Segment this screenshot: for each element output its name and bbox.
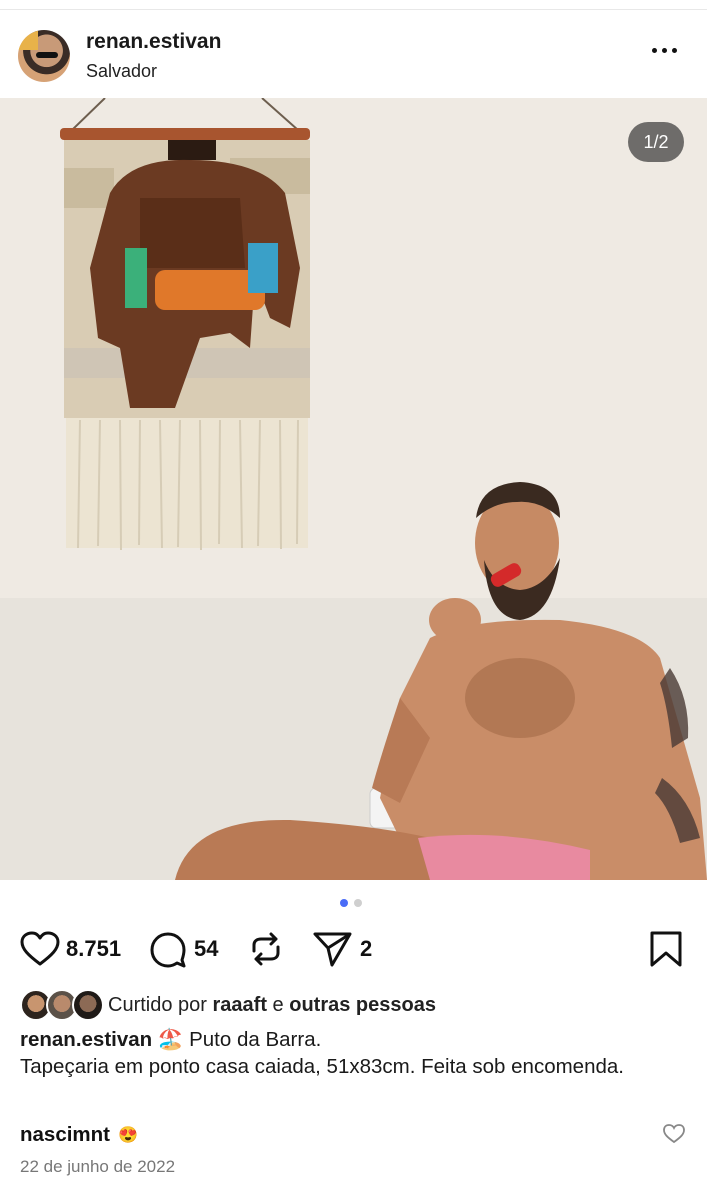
repost-icon [252, 932, 280, 966]
share-button[interactable]: 2 [312, 925, 372, 973]
avatar[interactable] [18, 30, 70, 82]
post-location[interactable]: Salvador [86, 61, 157, 82]
comments-count: 54 [194, 936, 219, 961]
caption-title: Puto da Barra. [189, 1028, 322, 1051]
caption-emoji: 🏖️ [157, 1028, 184, 1051]
carousel-indicator [340, 899, 362, 907]
like-button[interactable]: 8.751 [20, 925, 121, 973]
liker-avatar [72, 989, 104, 1021]
repost-button[interactable] [246, 925, 286, 973]
post-date: 22 de junho de 2022 [20, 1157, 176, 1176]
liked-by-user[interactable]: raaaft [213, 994, 267, 1016]
photo-illustration [0, 98, 707, 880]
comment-like-icon[interactable] [663, 1124, 685, 1144]
action-bar: 8.751 54 2 [0, 925, 707, 973]
liked-avatars [20, 988, 106, 1022]
liked-by-row[interactable]: Curtido por raaaft e outras pessoas [20, 988, 436, 1022]
post-username[interactable]: renan.estivan [86, 30, 221, 54]
post-caption: renan.estivan 🏖️ Puto da Barra. Tapeçari… [20, 1026, 680, 1080]
liked-by-others[interactable]: outras pessoas [289, 994, 436, 1016]
save-button[interactable] [648, 925, 684, 973]
bookmark-icon [650, 931, 682, 967]
comment-username[interactable]: nascimnt [20, 1123, 110, 1147]
carousel-dot-1 [340, 899, 348, 907]
heart-icon [20, 931, 60, 966]
image-counter: 1/2 [628, 122, 684, 162]
caption-username[interactable]: renan.estivan [20, 1028, 152, 1051]
send-icon [313, 932, 352, 967]
comment-button[interactable]: 54 [148, 925, 218, 973]
liked-by-text: Curtido por raaaft e outras pessoas [108, 993, 436, 1016]
post-photo[interactable]: 1/2 [0, 98, 707, 880]
caption-body: Tapeçaria em ponto casa caiada, 51x83cm.… [20, 1055, 624, 1078]
status-divider [0, 0, 707, 10]
likes-count: 8.751 [66, 936, 122, 961]
comment-icon [150, 932, 186, 968]
comment-emoji: 😍 [118, 1127, 138, 1144]
post-header: renan.estivan Salvador [0, 10, 707, 98]
more-options-icon[interactable] [652, 48, 686, 60]
carousel-dot-2 [354, 899, 362, 907]
comment-row: nascimnt 😍 [20, 1120, 687, 1150]
shares-count: 2 [360, 936, 373, 961]
